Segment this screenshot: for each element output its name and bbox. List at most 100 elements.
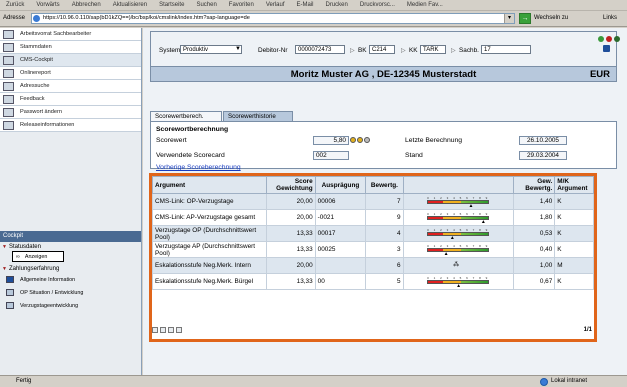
cell-auspraegung: 00006: [314, 193, 367, 210]
sachb-label: Sachb.: [459, 47, 479, 54]
address-label: Adresse: [3, 15, 26, 21]
cell-argument: CMS-Link: AP-Verzugstage gesamt: [151, 209, 268, 226]
browser-menu-item[interactable]: Abbrechen: [72, 2, 101, 8]
next-page-icon[interactable]: [168, 327, 174, 333]
save-icon[interactable]: [603, 45, 610, 52]
table-row[interactable]: Verzugstage OP (Durchschnittswert Pool) 1…: [151, 225, 594, 242]
url-input[interactable]: https://10.96.0.110/sap(bD1kZQ==)/bc/bsp…: [31, 13, 515, 24]
cell-gewichtung: 13,33: [266, 225, 316, 242]
cell-auspraegung: [314, 257, 367, 274]
kk-input[interactable]: TARK: [420, 45, 446, 54]
browser-menu-item[interactable]: Druckvorsc...: [360, 2, 395, 8]
table-row[interactable]: CMS-Link: OP-Verzugstage 20,00 00006 7 0 1 2…: [151, 193, 594, 210]
col-gewichtung[interactable]: Score Gewichtung: [266, 176, 316, 194]
browser-menu-item[interactable]: Aktualisieren: [113, 2, 147, 8]
cancel-icon[interactable]: [606, 36, 612, 42]
sidebar-item-cms-cockpit[interactable]: CMS-Cockpit: [0, 54, 141, 67]
browser-menu-item[interactable]: E-Mail: [297, 2, 314, 8]
sidebar-item-releaseinformationen[interactable]: Releaseinformationen: [0, 119, 141, 132]
triangle-right-icon: ▷: [350, 48, 355, 54]
chevron-down-icon[interactable]: ▾: [504, 14, 514, 23]
scorewert-label: Scorewert: [156, 137, 187, 144]
browser-menu-item[interactable]: Suchen: [196, 2, 216, 8]
gauge-pointer-icon: ▲: [449, 234, 455, 241]
cell-mk: K: [554, 225, 594, 242]
go-arrow-icon[interactable]: →: [519, 13, 531, 24]
sub-item-verzugstage[interactable]: Verzugstageentwicklung: [6, 302, 78, 309]
pencil-icon: [3, 107, 14, 117]
cell-mk: K: [554, 273, 594, 290]
table-row[interactable]: Eskalationsstufe Neg.Merk. Bürgel 13,33 00…: [151, 273, 594, 290]
master-data-icon: [3, 42, 14, 52]
browser-menu-item[interactable]: Favoriten: [229, 2, 254, 8]
col-argument[interactable]: Argument: [151, 176, 268, 194]
table-row[interactable]: Verzugstage AP (Durchschnittswert Pool) 1…: [151, 241, 594, 258]
links-button[interactable]: Links: [603, 15, 617, 21]
sidebar-item-label: CMS-Cockpit: [20, 57, 53, 63]
browser-menu-item[interactable]: Verlauf: [266, 2, 285, 8]
cell-auspraegung: 00025: [314, 241, 367, 258]
browser-menu-item[interactable]: Vorwärts: [36, 2, 59, 8]
feedback-icon: [3, 94, 14, 104]
sidebar-item-feedback[interactable]: Feedback: [0, 93, 141, 106]
cell-argument: Eskalationsstufe Neg.Merk. Intern: [151, 257, 268, 274]
col-auspraegung[interactable]: Ausprägung: [314, 176, 367, 194]
sachb-input[interactable]: 17: [481, 45, 531, 54]
cell-mk: K: [554, 209, 594, 226]
zahlungserfahrung-section[interactable]: ▼ Zahlungserfahrung: [2, 266, 59, 272]
score-gauge: 0 1 2 3 4 5 6 7 8 9 ▲: [427, 228, 490, 241]
ie-page-icon: [33, 15, 40, 22]
refresh-icon[interactable]: [614, 36, 620, 42]
worklist-icon: [3, 29, 14, 39]
sidebar-item-adressuche[interactable]: Adressuche: [0, 80, 141, 93]
cell-gauge: 0 1 2 3 4 5 6 7 8 9 ▲: [402, 193, 514, 210]
sidebar-item-passwort-ndern[interactable]: Passwort ändern: [0, 106, 141, 119]
col-gew-bewertung[interactable]: Gew. Bewertg.: [512, 176, 556, 194]
scorecard-label: Verwendete Scorecard: [156, 152, 225, 159]
cell-argument: Verzugstage OP (Durchschnittswert Pool): [151, 225, 268, 242]
sub-item-allgemeine-information[interactable]: Allgemeine Information: [6, 276, 75, 283]
browser-menu-item[interactable]: Medien Fav...: [407, 2, 443, 8]
company-name: Moritz Muster AG , DE-12345 Musterstadt: [290, 69, 477, 80]
score-gauge: 0 1 2 3 4 5 6 7 8 9 ▲: [427, 244, 490, 256]
table-row[interactable]: CMS-Link: AP-Verzugstage gesamt 20,00 -002…: [151, 209, 594, 226]
anzeigen-button[interactable]: ∞ Anzeigen: [12, 251, 64, 262]
triangle-right-icon: ▷: [401, 48, 406, 54]
score-panel: Scorewortberechnung Scorewert 5,80 Verwe…: [150, 121, 617, 169]
first-page-icon[interactable]: [152, 327, 158, 333]
sidebar-item-stammdaten[interactable]: Stammdaten: [0, 41, 141, 54]
go-button[interactable]: Wechseln zu: [534, 15, 568, 21]
bk-input[interactable]: C214: [369, 45, 395, 54]
debitor-input[interactable]: 0000072473: [295, 45, 345, 54]
col-mk-argument[interactable]: M/K Argument: [554, 176, 594, 194]
system-select[interactable]: Produktiv: [180, 45, 242, 54]
browser-menu-item[interactable]: Drucken: [326, 2, 348, 8]
previous-page-icon[interactable]: [160, 327, 166, 333]
table-row[interactable]: Eskalationsstufe Neg.Merk. Intern 20,00 6 ⁂…: [151, 257, 594, 274]
cell-gauge: ⁂: [402, 257, 514, 274]
statusdaten-section[interactable]: ▼ Statusdaten: [2, 244, 41, 250]
scorewert-value: 5,80: [313, 136, 349, 145]
score-gauge: ⁂: [427, 260, 489, 272]
people-icon: [6, 302, 14, 309]
tab-scorewerthistorie[interactable]: Scorewerthistorie: [223, 111, 293, 121]
browser-menu-item[interactable]: Zurück: [6, 2, 24, 8]
sidebar-item-label: Passwort ändern: [20, 109, 62, 115]
sub-item-op-situation[interactable]: OP Situation / Entwicklung: [6, 289, 83, 296]
last-page-icon[interactable]: [176, 327, 182, 333]
page-indicator: 1/1: [583, 327, 592, 333]
system-label: System: [159, 47, 181, 54]
tab-scorewertberechnung[interactable]: Scorewertberech.: [150, 111, 222, 121]
sidebar-item-label: Arbeitsvorrat Sachbearbeiter: [20, 31, 92, 37]
security-zone: Lokal intranet: [551, 378, 588, 384]
previous-score-link[interactable]: Vorherige Scoreberechnung: [156, 164, 241, 171]
browser-menu-item[interactable]: Startseite: [159, 2, 184, 8]
sidebar-item-onlinereport[interactable]: Onlinereport: [0, 67, 141, 80]
col-bewertung[interactable]: Bewertg.: [365, 176, 404, 194]
sidebar-item-arbeitsvorrat-sachbearbeiter[interactable]: Arbeitsvorrat Sachbearbeiter: [0, 28, 141, 41]
letzte-berechnung-value: 26.10.2005: [519, 136, 567, 145]
gauge-pointer-icon: ▲: [456, 282, 462, 289]
check-icon[interactable]: [598, 36, 604, 42]
status-bar: Fertig Lokal intranet: [0, 375, 627, 387]
triangle-down-icon: ▼: [2, 266, 7, 272]
